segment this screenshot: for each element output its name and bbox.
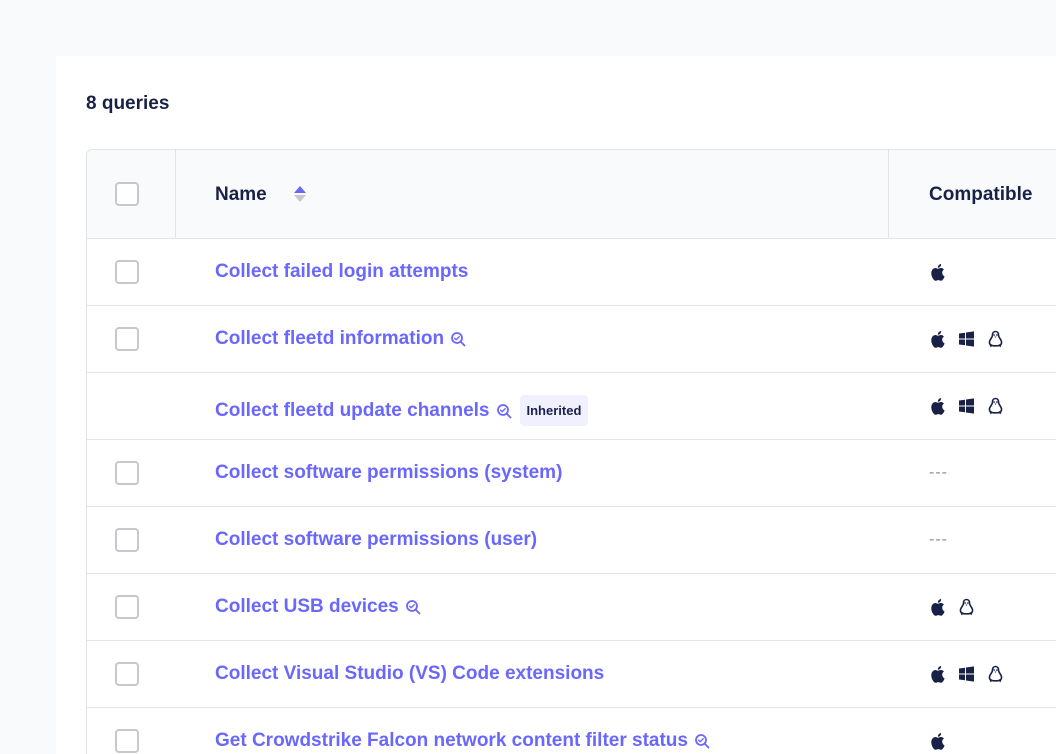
apple-icon bbox=[929, 263, 946, 281]
row-checkbox[interactable] bbox=[115, 662, 139, 686]
query-name-link[interactable]: Get Crowdstrike Falcon network content f… bbox=[215, 730, 688, 752]
linux-icon bbox=[987, 330, 1004, 348]
platforms-cell bbox=[929, 665, 1004, 683]
table-row[interactable]: Collect software permissions (user) --- bbox=[87, 507, 1056, 574]
compatible-header-label: Compatible bbox=[929, 184, 1033, 205]
linux-icon bbox=[987, 665, 1004, 683]
header-checkbox-cell bbox=[87, 150, 176, 238]
query-name-link[interactable]: Collect failed login attempts bbox=[215, 261, 468, 283]
row-checkbox[interactable] bbox=[115, 461, 139, 485]
query-name-link[interactable]: Collect software permissions (system) bbox=[215, 462, 562, 484]
table-row[interactable]: Collect failed login attempts bbox=[87, 239, 1056, 306]
query-name-cell: Collect fleetd update channels Inherited bbox=[215, 395, 589, 426]
query-name-link[interactable]: Collect Visual Studio (VS) Code extensio… bbox=[215, 663, 604, 685]
table-row[interactable]: Get Crowdstrike Falcon network content f… bbox=[87, 708, 1056, 754]
table-row[interactable]: Collect USB devices bbox=[87, 574, 1056, 641]
query-name-link[interactable]: Collect software permissions (user) bbox=[215, 529, 537, 551]
query-name-cell: Get Crowdstrike Falcon network content f… bbox=[215, 730, 710, 752]
query-name-link[interactable]: Collect USB devices bbox=[215, 596, 399, 618]
no-platforms-text: --- bbox=[929, 464, 948, 481]
table-body: Collect failed login attempts Collect fle… bbox=[87, 239, 1056, 754]
select-all-checkbox[interactable] bbox=[115, 182, 139, 206]
platforms-cell bbox=[929, 330, 1004, 348]
no-platforms-text: --- bbox=[929, 531, 948, 548]
linux-icon bbox=[958, 598, 975, 616]
row-checkbox[interactable] bbox=[115, 595, 139, 619]
linux-icon bbox=[987, 397, 1004, 415]
table-row[interactable]: Collect fleetd update channels Inherited bbox=[87, 373, 1056, 440]
table-row[interactable]: Collect fleetd information bbox=[87, 306, 1056, 373]
apple-icon bbox=[929, 598, 946, 616]
query-name-cell: Collect USB devices bbox=[215, 596, 421, 618]
queries-table: Name Compatible Collect failed login att… bbox=[86, 149, 1056, 754]
windows-icon bbox=[958, 330, 975, 348]
apple-icon bbox=[929, 397, 946, 415]
query-name-link[interactable]: Collect fleetd update channels bbox=[215, 400, 490, 422]
compatible-column-header: Compatible bbox=[889, 150, 1056, 238]
query-name-cell: Collect software permissions (user) bbox=[215, 529, 537, 551]
inspect-icon[interactable] bbox=[405, 599, 421, 615]
apple-icon bbox=[929, 732, 946, 750]
name-column-header[interactable]: Name bbox=[176, 150, 889, 238]
queries-panel: 8 queries Name Compatible Collect failed… bbox=[56, 56, 1056, 754]
inspect-icon[interactable] bbox=[496, 403, 512, 419]
name-header-label: Name bbox=[215, 184, 267, 205]
inspect-icon[interactable] bbox=[450, 331, 466, 347]
apple-icon bbox=[929, 330, 946, 348]
row-checkbox[interactable] bbox=[115, 729, 139, 753]
row-checkbox[interactable] bbox=[115, 327, 139, 351]
apple-icon bbox=[929, 665, 946, 683]
query-name-cell: Collect software permissions (system) bbox=[215, 462, 562, 484]
query-name-cell: Collect fleetd information bbox=[215, 328, 466, 350]
table-row[interactable]: Collect software permissions (system) --- bbox=[87, 440, 1056, 507]
platforms-cell bbox=[929, 732, 946, 750]
table-row[interactable]: Collect Visual Studio (VS) Code extensio… bbox=[87, 641, 1056, 708]
sort-icon[interactable] bbox=[293, 185, 307, 203]
query-name-link[interactable]: Collect fleetd information bbox=[215, 328, 444, 350]
windows-icon bbox=[958, 665, 975, 683]
query-count: 8 queries bbox=[86, 93, 170, 114]
platforms-cell bbox=[929, 397, 1004, 415]
platforms-cell bbox=[929, 598, 975, 616]
row-checkbox[interactable] bbox=[115, 260, 139, 284]
inherited-badge: Inherited bbox=[519, 395, 589, 426]
windows-icon bbox=[958, 397, 975, 415]
platforms-cell bbox=[929, 263, 946, 281]
row-checkbox[interactable] bbox=[115, 528, 139, 552]
query-name-cell: Collect failed login attempts bbox=[215, 261, 468, 283]
table-header: Name Compatible bbox=[87, 150, 1056, 239]
query-name-cell: Collect Visual Studio (VS) Code extensio… bbox=[215, 663, 604, 685]
inspect-icon[interactable] bbox=[694, 733, 710, 749]
